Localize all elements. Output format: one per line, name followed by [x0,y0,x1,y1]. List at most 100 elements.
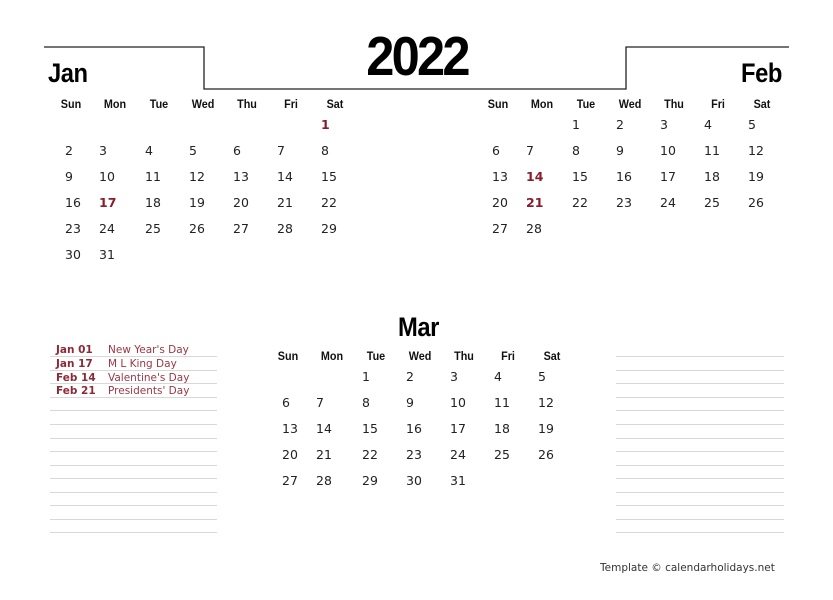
day-cell[interactable]: 6 [476,138,520,164]
day-cell[interactable]: 21 [520,190,564,216]
day-cell[interactable]: 2 [398,364,442,390]
day-cell[interactable]: 30 [49,242,93,268]
day-cell[interactable]: 16 [608,164,652,190]
day-cell[interactable]: 13 [266,416,310,442]
day-cell[interactable]: 15 [313,164,357,190]
day-cell[interactable]: 9 [49,164,93,190]
day-cell[interactable]: 19 [740,164,784,190]
day-cell[interactable]: 3 [442,364,486,390]
day-cell[interactable]: 19 [530,416,574,442]
day-cell[interactable]: 25 [137,216,181,242]
day-cell[interactable]: 8 [313,138,357,164]
day-cell[interactable]: 14 [269,164,313,190]
day-cell[interactable]: 26 [530,442,574,468]
day-cell[interactable]: 4 [137,138,181,164]
holiday-list-item: Feb 14 Valentine's Day [56,371,189,385]
day-cell[interactable]: 14 [520,164,564,190]
day-cell[interactable]: 26 [740,190,784,216]
day-cell[interactable]: 22 [564,190,608,216]
week-row: 12345 [476,112,784,138]
day-cell[interactable]: 31 [93,242,137,268]
day-cell[interactable]: 11 [486,390,530,416]
empty-day-cell [225,112,269,138]
weekday-label: Tue [149,97,169,111]
day-cell[interactable]: 24 [442,442,486,468]
day-cell[interactable]: 16 [49,190,93,216]
day-cell[interactable]: 3 [652,112,696,138]
day-cell[interactable]: 16 [398,416,442,442]
day-cell[interactable]: 2 [49,138,93,164]
day-cell[interactable]: 15 [354,416,398,442]
day-cell[interactable]: 12 [181,164,225,190]
day-cell[interactable]: 20 [266,442,310,468]
empty-day-cell [269,112,313,138]
day-cell[interactable]: 22 [354,442,398,468]
day-cell[interactable]: 3 [93,138,137,164]
day-cell[interactable]: 17 [93,190,137,216]
day-cell[interactable]: 17 [652,164,696,190]
day-cell[interactable]: 11 [696,138,740,164]
day-cell[interactable]: 4 [696,112,740,138]
week-row: 6 7 8 9 10 11 12 [476,138,784,164]
day-cell[interactable]: 24 [93,216,137,242]
day-cell[interactable]: 8 [564,138,608,164]
day-cell[interactable]: 26 [181,216,225,242]
month-title-feb: Feb [741,58,782,88]
day-cell[interactable]: 6 [225,138,269,164]
day-cell[interactable]: 28 [269,216,313,242]
note-rule-line [616,492,784,493]
day-cell[interactable]: 9 [608,138,652,164]
day-cell[interactable]: 19 [181,190,225,216]
day-cell[interactable]: 23 [398,442,442,468]
day-cell[interactable]: 1 [313,112,357,138]
day-cell[interactable]: 1 [564,112,608,138]
day-cell[interactable]: 13 [476,164,520,190]
day-cell[interactable]: 18 [696,164,740,190]
day-cell[interactable]: 27 [476,216,520,242]
day-cell[interactable]: 23 [608,190,652,216]
day-cell[interactable]: 14 [310,416,354,442]
day-cell[interactable]: 5 [740,112,784,138]
day-cell[interactable]: 5 [530,364,574,390]
day-cell[interactable]: 2 [608,112,652,138]
day-cell[interactable]: 22 [313,190,357,216]
day-cell[interactable]: 7 [269,138,313,164]
day-cell[interactable]: 7 [520,138,564,164]
day-cell[interactable]: 11 [137,164,181,190]
day-cell[interactable]: 1 [354,364,398,390]
day-cell[interactable]: 24 [652,190,696,216]
day-cell[interactable]: 12 [530,390,574,416]
day-cell[interactable]: 13 [225,164,269,190]
day-cell[interactable]: 30 [398,468,442,494]
day-cell[interactable]: 8 [354,390,398,416]
day-cell[interactable]: 17 [442,416,486,442]
note-rule-line [616,519,784,520]
day-cell[interactable]: 10 [93,164,137,190]
day-cell[interactable]: 29 [313,216,357,242]
day-cell[interactable]: 6 [266,390,310,416]
day-cell[interactable]: 21 [310,442,354,468]
day-cell[interactable]: 23 [49,216,93,242]
day-cell[interactable]: 15 [564,164,608,190]
day-cell[interactable]: 31 [442,468,486,494]
day-cell[interactable]: 29 [354,468,398,494]
day-cell[interactable]: 27 [266,468,310,494]
day-cell[interactable]: 5 [181,138,225,164]
day-cell[interactable]: 7 [310,390,354,416]
day-cell[interactable]: 20 [225,190,269,216]
day-cell[interactable]: 25 [696,190,740,216]
day-cell[interactable]: 9 [398,390,442,416]
day-cell[interactable]: 10 [652,138,696,164]
day-cell[interactable]: 28 [520,216,564,242]
day-cell[interactable]: 27 [225,216,269,242]
note-rule-line [50,532,217,533]
day-cell[interactable]: 12 [740,138,784,164]
day-cell[interactable]: 21 [269,190,313,216]
day-cell[interactable]: 18 [137,190,181,216]
day-cell[interactable]: 10 [442,390,486,416]
day-cell[interactable]: 4 [486,364,530,390]
day-cell[interactable]: 18 [486,416,530,442]
day-cell[interactable]: 25 [486,442,530,468]
day-cell[interactable]: 20 [476,190,520,216]
day-cell[interactable]: 28 [310,468,354,494]
